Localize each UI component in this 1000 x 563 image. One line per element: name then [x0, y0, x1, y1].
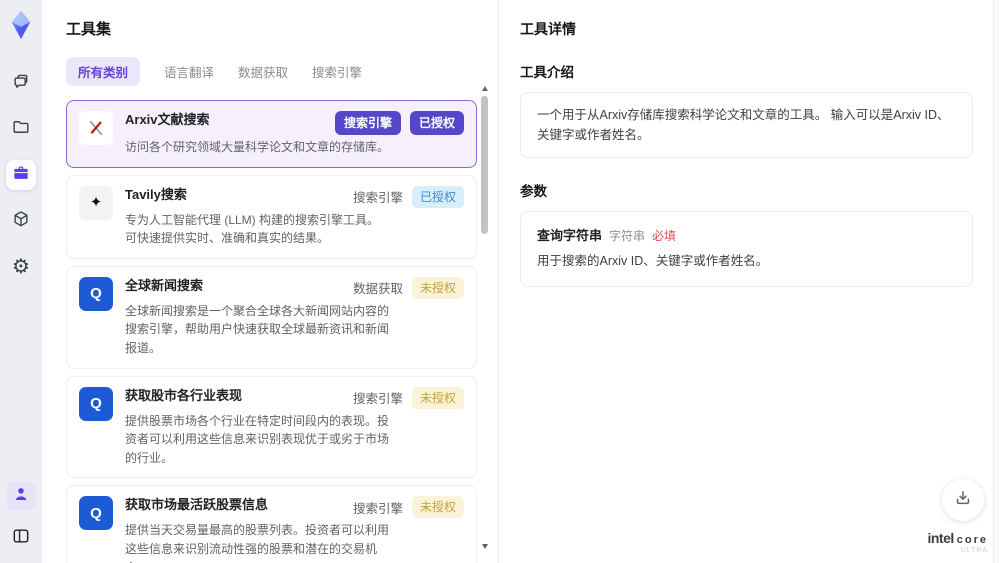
params-heading: 参数 [520, 184, 547, 199]
tool-description: 全球新闻搜索是一个聚合全球各大新闻网站内容的搜索引擎，帮助用户快速获取全球最新资… [125, 303, 390, 355]
detail-title: 工具详情 [520, 21, 576, 37]
param-required-badge: 必填 [652, 229, 677, 243]
status-badge: 未授权 [411, 386, 464, 409]
status-badge: 未授权 [411, 496, 464, 519]
tab-search-engine[interactable]: 搜索引擎 [312, 57, 362, 86]
sidebar-nav: ⚙ [6, 68, 36, 282]
tab-data-acquisition[interactable]: 数据获取 [238, 57, 288, 86]
stock-search-blue-icon: Q [79, 386, 113, 421]
list-scrollbar[interactable] [480, 86, 489, 549]
intel-core-logo: intel core ULTRA [927, 529, 988, 555]
param-card: 查询字符串 字符串 必填 用于搜索的Arxiv ID、关键字或作者姓名。 [520, 211, 973, 287]
status-badge: 已授权 [409, 111, 464, 135]
param-description: 用于搜索的Arxiv ID、关键字或作者姓名。 [537, 254, 769, 268]
arxiv-logo-icon [79, 111, 113, 145]
status-badge: 未授权 [411, 276, 464, 299]
intro-heading: 工具介绍 [520, 65, 574, 80]
tool-detail-panel: 工具详情 工具介绍 一个用于从Arxiv存储库搜索科学论文和文章的工具。 输入可… [500, 0, 993, 563]
app-sidebar: ⚙ [0, 0, 42, 563]
status-badge: 已授权 [411, 185, 464, 208]
tool-description: 访问各个研究领域大量科学论文和文章的存储库。 [125, 140, 390, 154]
folder-icon [11, 117, 31, 142]
briefcase-icon [11, 163, 31, 188]
sidebar-item-account[interactable] [6, 481, 36, 511]
brand-intel-text: intel [927, 529, 954, 546]
tool-card-global-news[interactable]: Q 全球新闻搜索 数据获取 未授权 全球新闻搜索是一个聚合全球各大新闻网站内容的… [66, 265, 477, 369]
tab-language-translation[interactable]: 语言翻译 [164, 57, 214, 86]
sidebar-item-packages[interactable] [6, 206, 36, 236]
tool-card-arxiv[interactable]: Arxiv文献搜索 搜索引擎 已授权 访问各个研究领域大量科学论文和文章的存储库… [66, 100, 477, 168]
tool-card-list: Arxiv文献搜索 搜索引擎 已授权 访问各个研究领域大量科学论文和文章的存储库… [66, 100, 477, 563]
category-badge: 搜索引擎 [334, 111, 401, 135]
tool-list-panel: 工具集 所有类别 语言翻译 数据获取 搜索引擎 Arxiv文献搜索 搜索引擎 已… [42, 0, 499, 563]
tool-card-tavily[interactable]: ✦ Tavily搜索 搜索引擎 已授权 专为人工智能代理 (LLM) 构建的搜索… [66, 174, 477, 259]
category-label: 搜索引擎 [352, 501, 403, 516]
category-label: 搜索引擎 [352, 191, 403, 206]
tavily-star-icon: ✦ [79, 185, 113, 220]
category-label: 数据获取 [352, 282, 403, 297]
category-label: 搜索引擎 [352, 392, 403, 407]
right-scroll-gutter [993, 0, 1000, 563]
sidebar-item-toolbox[interactable] [6, 160, 36, 190]
page-title: 工具集 [66, 21, 112, 38]
download-button[interactable] [942, 479, 984, 521]
cube-icon [11, 209, 31, 234]
tool-description: 提供股票市场各个行业在特定时间段内的表现。投资者可以利用这些信息来识别表现优于或… [125, 413, 390, 465]
news-search-blue-icon: Q [79, 276, 113, 311]
sidebar-item-files[interactable] [6, 114, 36, 144]
brand-ultra-text: ULTRA [960, 547, 988, 555]
tool-name: Arxiv文献搜索 [125, 112, 210, 127]
sidebar-bottom [6, 481, 36, 553]
user-icon [11, 484, 31, 509]
tab-all-categories[interactable]: 所有类别 [66, 57, 141, 86]
sidebar-item-settings[interactable]: ⚙ [6, 252, 36, 282]
tool-intro-box: 一个用于从Arxiv存储库搜索科学论文和文章的工具。 输入可以是Arxiv ID… [520, 92, 973, 158]
download-icon [953, 488, 973, 513]
panel-toggle-icon [11, 526, 31, 551]
param-type: 字符串 [609, 229, 646, 243]
tool-name: 获取市场最活跃股票信息 [125, 497, 269, 513]
tool-name: Tavily搜索 [125, 186, 187, 202]
param-name: 查询字符串 [537, 228, 603, 243]
sidebar-item-panel-toggle[interactable] [6, 523, 36, 553]
gear-icon: ⚙ [12, 256, 30, 278]
chat-icon [11, 71, 31, 96]
scrollbar-up-arrow-icon[interactable] [482, 86, 488, 91]
brand-core-text: core [956, 533, 988, 546]
tool-card-most-active-stocks[interactable]: Q 获取市场最活跃股票信息 搜索引擎 未授权 提供当天交易量最高的股票列表。投资… [66, 485, 477, 563]
scrollbar-thumb[interactable] [481, 96, 488, 234]
scrollbar-down-arrow-icon[interactable] [482, 544, 488, 549]
tool-description: 专为人工智能代理 (LLM) 构建的搜索引擎工具。可快速提供实时、准确和真实的结… [125, 212, 380, 246]
tool-card-sector-performance[interactable]: Q 获取股市各行业表现 搜索引擎 未授权 提供股票市场各个行业在特定时间段内的表… [66, 375, 477, 479]
tool-description: 提供当天交易量最高的股票列表。投资者可以利用这些信息来识别流动性强的股票和潜在的… [125, 523, 390, 563]
category-tabs: 所有类别 语言翻译 数据获取 搜索引擎 [66, 57, 477, 86]
stock-search-blue-icon: Q [79, 496, 113, 531]
tool-name: 全球新闻搜索 [125, 277, 204, 293]
app-logo-icon [4, 8, 38, 42]
sidebar-item-chat[interactable] [6, 68, 36, 98]
tool-name: 获取股市各行业表现 [125, 387, 243, 403]
